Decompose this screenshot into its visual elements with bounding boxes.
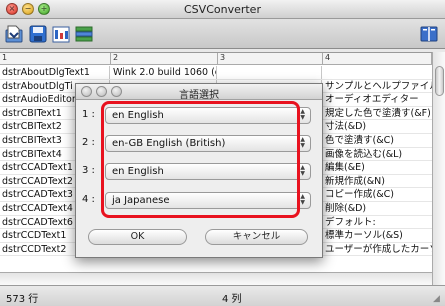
table-cell[interactable]: 寸法(&D) <box>323 120 432 133</box>
vertical-scroll-thumb[interactable] <box>435 66 444 96</box>
language-number: 2 : <box>82 137 95 148</box>
window-title: CSVConverter <box>184 3 261 16</box>
table-cell[interactable]: Wink 2.0 build 1060 (c) <box>111 66 217 79</box>
table-cell[interactable]: dstrAboutDlgText1 <box>0 66 110 79</box>
select-arrows-icon: ▲ ▼ <box>300 164 305 177</box>
table-cell[interactable]: オーディオエディター <box>323 93 432 106</box>
column-header[interactable]: 4 <box>323 53 432 65</box>
column-header[interactable]: 3 <box>218 53 323 65</box>
save-icon[interactable] <box>28 23 48 45</box>
resize-grip-icon[interactable]: ◢ <box>433 294 443 304</box>
column-header[interactable]: 2 <box>111 53 218 65</box>
table-cell[interactable]: 新規作成(&N) <box>323 175 432 188</box>
language-number: 4 : <box>82 194 95 205</box>
table-cell[interactable] <box>218 66 322 79</box>
table-cell[interactable]: サンプルとヘルプファイル <box>323 80 432 93</box>
dialog-title-bar: 言語選択 <box>76 84 322 101</box>
dialog-title: 言語選択 <box>179 90 219 101</box>
title-bar: × − + CSVConverter <box>0 0 445 19</box>
table-cell[interactable]: 画像を読込む(&L) <box>323 148 432 161</box>
highlight-annotation <box>101 101 300 218</box>
language-select-dialog: 言語選択 1 : en English ▲ ▼ 2 : en-GB English… <box>75 83 323 258</box>
language-number: 3 : <box>82 165 95 176</box>
status-bar: 573 行 4 列 ◢ <box>0 285 445 306</box>
table-cell[interactable]: ユーザーが作成したカーソ <box>323 243 432 256</box>
table-cell[interactable]: デフォルト: <box>323 216 432 229</box>
column-count: 4 列 <box>222 294 242 305</box>
horizontal-scrollbar[interactable] <box>0 272 432 285</box>
help-book-icon[interactable] <box>419 23 439 45</box>
select-arrows-icon: ▲ ▼ <box>300 108 305 121</box>
language-number: 1 : <box>82 109 95 120</box>
list-icon[interactable] <box>74 23 94 45</box>
table-cell[interactable]: 色で塗潰す(&C) <box>323 134 432 147</box>
ok-button[interactable]: OK <box>88 229 187 245</box>
table-cell[interactable]: 編集(&E) <box>323 161 432 174</box>
language-icon[interactable] <box>51 23 71 45</box>
column-header[interactable]: 1 <box>0 53 111 65</box>
table-cell[interactable]: コピー作成(&C) <box>323 188 432 201</box>
select-arrows-icon: ▲ ▼ <box>300 136 305 149</box>
cancel-button[interactable]: キャンセル <box>205 229 308 245</box>
select-arrows-icon: ▲ ▼ <box>300 193 305 206</box>
row-count: 573 行 <box>6 294 39 305</box>
table-cell[interactable] <box>323 66 432 79</box>
import-icon[interactable] <box>4 23 24 45</box>
table-row[interactable]: dstrAboutDlgText1 Wink 2.0 build 1060 (c) <box>0 66 432 80</box>
toolbar <box>0 19 445 49</box>
vertical-scrollbar[interactable] <box>432 52 445 285</box>
table-cell[interactable]: 規定した色で塗潰す(&F) <box>323 107 432 120</box>
table-cell[interactable]: 削除(&D) <box>323 202 432 215</box>
table-cell[interactable]: 標準カーソル(&S) <box>323 229 432 242</box>
